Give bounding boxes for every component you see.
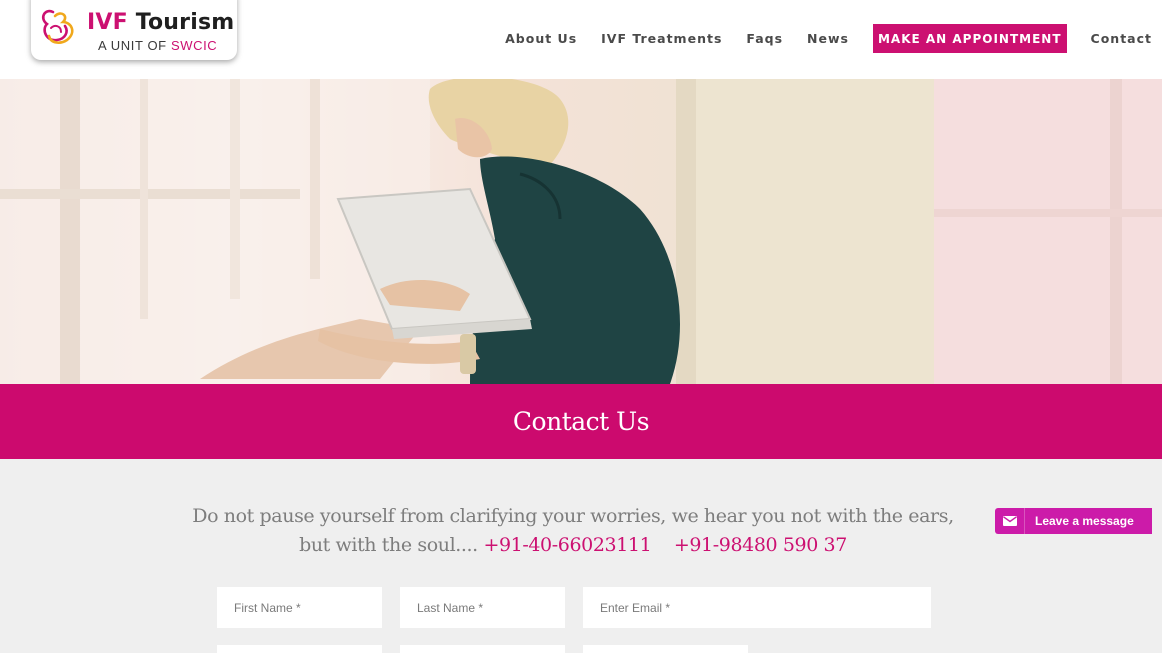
nav-contact[interactable]: Contact [1091,31,1152,46]
intro-line-2: but with the soul.... +91-40-66023111 +9… [299,534,847,556]
phone-link-2[interactable]: +91-98480 590 37 [674,534,847,556]
main-nav: About Us IVF Treatments Faqs News MAKE A… [481,23,1152,53]
form-field-row2-2[interactable] [400,645,565,653]
hero-illustration [0,79,1162,384]
phone-link-1[interactable]: +91-40-66023111 [483,534,651,556]
form-field-row2-3[interactable] [583,645,748,653]
nav-news[interactable]: News [807,31,849,46]
brand-name: IVF Tourism [87,10,235,35]
first-name-input[interactable] [217,587,382,628]
nav-about-us[interactable]: About Us [505,31,577,46]
make-appointment-button[interactable]: MAKE AN APPOINTMENT [872,23,1067,53]
intro-line-1: Do not pause yourself from clarifying yo… [192,505,954,527]
page-title-band: Contact Us [0,384,1162,459]
envelope-icon [995,508,1025,534]
hearts-logo-icon [41,9,74,44]
nav-faqs[interactable]: Faqs [746,31,783,46]
hero-image [0,79,1162,384]
page-title: Contact Us [512,407,650,436]
form-field-row2-1[interactable] [217,645,382,653]
logo[interactable]: IVF Tourism A UNIT OF SWCIC [31,0,237,60]
leave-message-button[interactable]: Leave a message [995,508,1152,534]
email-input[interactable] [583,587,931,628]
site-header: IVF Tourism A UNIT OF SWCIC About Us IVF… [0,0,1162,79]
intro-text: Do not pause yourself from clarifying yo… [190,502,956,560]
nav-ivf-treatments[interactable]: IVF Treatments [601,31,722,46]
brand-subtitle: A UNIT OF SWCIC [98,38,218,53]
last-name-input[interactable] [400,587,565,628]
leave-message-label: Leave a message [1035,514,1134,528]
